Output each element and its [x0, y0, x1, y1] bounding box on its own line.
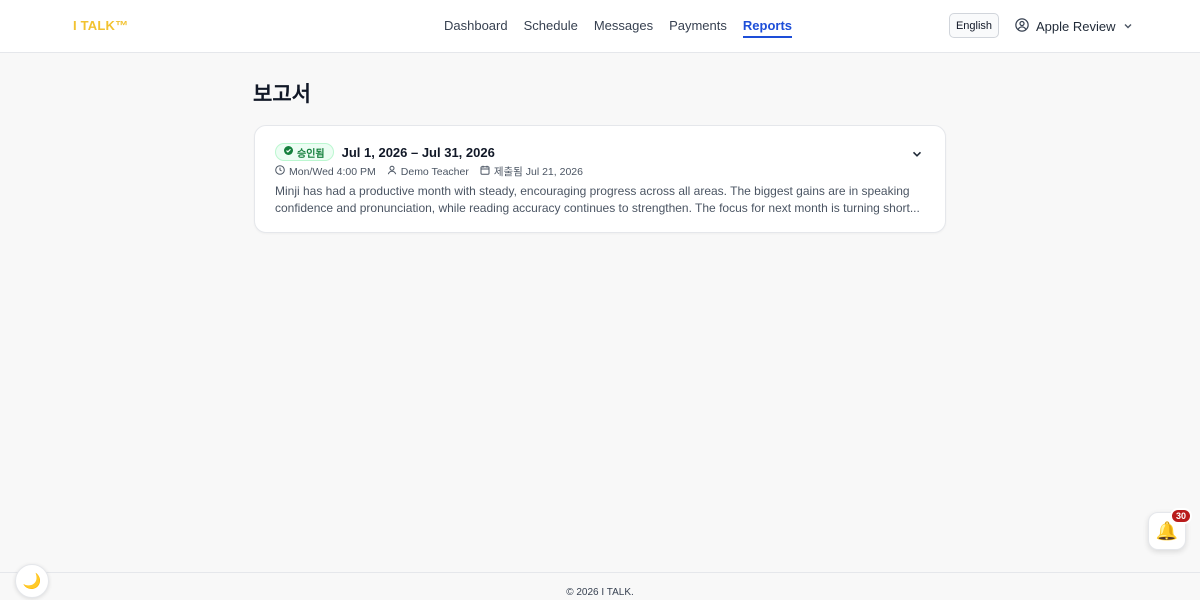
status-badge: 승인됨 [275, 143, 334, 161]
copyright: © 2026 I TALK. [566, 587, 634, 598]
notification-count-badge: 30 [1170, 508, 1193, 524]
status-label: 승인됨 [297, 148, 325, 160]
teacher-name: Demo Teacher [400, 165, 469, 178]
user-name: Apple Review [1036, 18, 1116, 34]
schedule-text: Mon/Wed 4:00 PM [289, 165, 376, 178]
expand-button[interactable] [907, 146, 927, 166]
report-meta: Mon/Wed 4:00 PM Demo Teacher 제출됨 Jul 21,… [275, 164, 583, 179]
submitted-date: 제출됨 Jul 21, 2026 [493, 166, 583, 178]
page-title: 보고서 [253, 83, 311, 106]
language-button[interactable]: English [949, 13, 999, 38]
nav-payments[interactable]: Payments [669, 18, 727, 38]
nav-messages[interactable]: Messages [594, 18, 653, 38]
nav-schedule[interactable]: Schedule [524, 18, 578, 38]
logo[interactable]: I TALK™ [73, 18, 128, 33]
report-date-range: Jul 1, 2026 – Jul 31, 2026 [341, 144, 495, 160]
user-circle-icon [1015, 17, 1029, 35]
person-icon [387, 165, 397, 178]
footer: © 2026 I TALK. [0, 572, 1200, 600]
top-navbar: I TALK™ Dashboard Schedule Messages Paym… [0, 0, 1200, 53]
schedule-meta: Mon/Wed 4:00 PM [275, 165, 376, 178]
report-card-header: 승인됨 Jul 1, 2026 – Jul 31, 2026 [275, 143, 495, 161]
submitted-meta: 제출됨 Jul 21, 2026 [480, 164, 583, 179]
teacher-meta: Demo Teacher [387, 165, 469, 178]
nav-dashboard[interactable]: Dashboard [444, 18, 508, 38]
main-nav: Dashboard Schedule Messages Payments Rep… [444, 18, 808, 38]
nav-reports[interactable]: Reports [742, 18, 793, 38]
report-card[interactable]: 승인됨 Jul 1, 2026 – Jul 31, 2026 Mon/Wed 4… [254, 125, 946, 233]
report-summary: Minji has had a productive month with st… [275, 184, 920, 215]
moon-icon: 🌙 [22, 573, 42, 590]
check-circle-icon [284, 146, 293, 158]
clock-icon [275, 165, 285, 178]
chevron-down-icon [911, 147, 923, 165]
user-menu[interactable]: Apple Review [1015, 17, 1133, 35]
chevron-down-icon [1123, 19, 1133, 34]
calendar-icon [480, 165, 490, 178]
theme-toggle-button[interactable]: 🌙 [15, 564, 49, 598]
